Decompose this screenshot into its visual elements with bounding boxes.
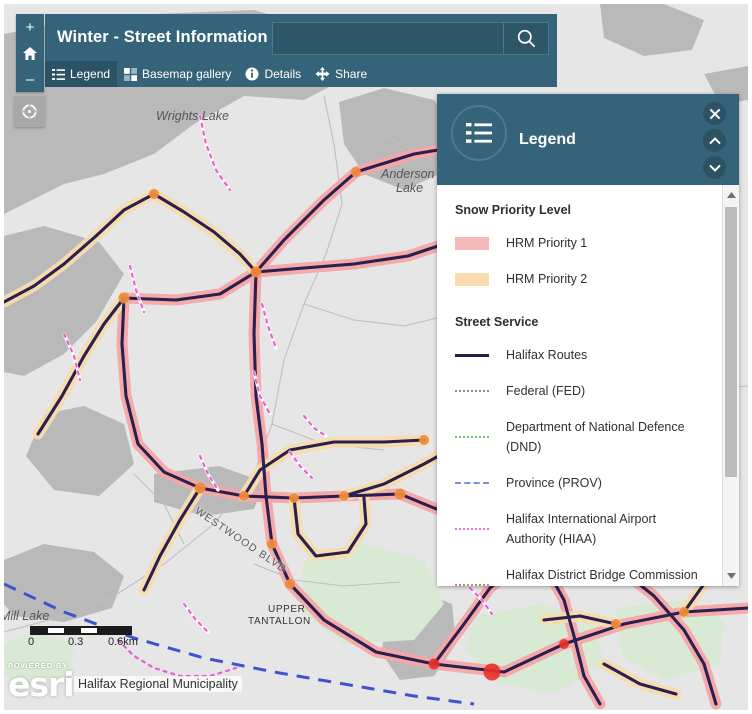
legend-item-label: Halifax International Airport Authority … bbox=[506, 512, 657, 546]
scale-bar-line bbox=[30, 626, 132, 635]
legend-scrollbar[interactable] bbox=[722, 185, 739, 586]
legend-item-label: Federal (FED) bbox=[506, 384, 586, 398]
zoom-out-button[interactable]: – bbox=[16, 66, 44, 92]
scrollbar-up-button[interactable] bbox=[723, 187, 739, 203]
plus-icon: + bbox=[25, 18, 35, 36]
info-icon bbox=[245, 67, 259, 81]
chevron-down-icon bbox=[708, 164, 721, 172]
chevron-up-icon bbox=[708, 136, 721, 144]
scale-tick-2: 0.6km bbox=[108, 636, 138, 648]
scrollbar-thumb[interactable] bbox=[725, 207, 737, 477]
legend-item-label: Halifax District Bridge Commission (HDBC… bbox=[506, 568, 698, 582]
map-attribution: Halifax Regional Municipality bbox=[74, 676, 242, 692]
legend-item[interactable]: Federal (FED) bbox=[455, 381, 722, 401]
app-toolbar: Legend Basemap gallery Details Share bbox=[45, 61, 557, 87]
legend-swatch-priority-1 bbox=[455, 236, 495, 251]
toolbar-label-details: Details bbox=[264, 67, 302, 81]
toolbar-item-basemap-gallery[interactable]: Basemap gallery bbox=[117, 61, 238, 87]
toolbar-label-basemap-gallery: Basemap gallery bbox=[142, 67, 232, 81]
toolbar-item-details[interactable]: Details bbox=[238, 61, 308, 87]
legend-item[interactable]: Department of National Defence (DND) bbox=[455, 417, 722, 457]
scale-bar-labels: 0 0.3 0.6km bbox=[28, 636, 138, 650]
legend-panel-header: Legend bbox=[437, 94, 739, 185]
toolbar-item-legend[interactable]: Legend bbox=[45, 61, 118, 87]
list-icon bbox=[52, 68, 65, 80]
scale-tick-1: 0.3 bbox=[68, 636, 84, 648]
close-icon bbox=[709, 108, 720, 119]
search-box[interactable] bbox=[272, 22, 549, 55]
search-input[interactable] bbox=[273, 24, 503, 53]
legend-symbol-hiaa bbox=[455, 522, 495, 537]
scale-tick-0: 0 bbox=[28, 636, 35, 648]
minus-icon: – bbox=[25, 70, 35, 88]
legend-item[interactable]: HRM Priority 2 bbox=[455, 269, 722, 289]
scale-bar: 0 0.3 0.6km bbox=[28, 626, 138, 650]
zoom-in-button[interactable]: + bbox=[16, 14, 44, 40]
legend-symbol-dnd bbox=[455, 430, 495, 445]
legend-close-button[interactable] bbox=[703, 102, 726, 125]
legend-symbol-hdbc bbox=[455, 578, 495, 586]
locate-icon bbox=[21, 103, 38, 120]
legend-symbol-province bbox=[455, 476, 495, 491]
list-icon bbox=[466, 123, 492, 143]
home-icon bbox=[23, 46, 37, 60]
esri-wordmark: esri bbox=[8, 665, 75, 704]
legend-symbol-halifax-routes bbox=[455, 348, 495, 363]
map-application: .water{fill:#b9b9b9} .green{fill:#d9ead4… bbox=[0, 0, 752, 714]
legend-item[interactable]: Halifax Routes bbox=[455, 345, 722, 365]
legend-panel-body[interactable]: Snow Priority Level HRM Priority 1 HRM P… bbox=[437, 185, 739, 586]
legend-list: Snow Priority Level HRM Priority 1 HRM P… bbox=[437, 185, 722, 586]
legend-item-label: HRM Priority 2 bbox=[506, 272, 588, 286]
legend-collapse-button[interactable] bbox=[703, 129, 726, 152]
app-header: Winter - Street Information bbox=[45, 14, 557, 61]
toolbar-label-legend: Legend bbox=[70, 67, 111, 81]
legend-section-heading: Street Service bbox=[455, 315, 539, 329]
legend-item-label: Halifax Routes bbox=[506, 348, 588, 362]
toolbar-label-share: Share bbox=[335, 67, 368, 81]
legend-item-label: Department of National Defence (DND) bbox=[506, 420, 685, 454]
toolbar-item-share[interactable]: Share bbox=[308, 61, 374, 87]
legend-item[interactable]: Province (PROV) bbox=[455, 473, 722, 493]
grid-icon bbox=[124, 67, 138, 81]
locate-button[interactable] bbox=[14, 96, 45, 127]
legend-item-label: Province (PROV) bbox=[506, 476, 602, 490]
legend-section-heading: Snow Priority Level bbox=[455, 203, 572, 217]
legend-symbol-federal bbox=[455, 384, 495, 399]
search-button[interactable] bbox=[503, 23, 548, 54]
legend-panel-icon bbox=[451, 105, 507, 161]
esri-logo[interactable]: POWERED BY esri bbox=[8, 661, 75, 704]
scroll-up-icon bbox=[726, 192, 736, 198]
legend-item-label: HRM Priority 1 bbox=[506, 236, 588, 250]
legend-item[interactable]: Halifax District Bridge Commission (HDBC… bbox=[455, 565, 722, 586]
map-navigation-controls: + – bbox=[16, 14, 44, 92]
legend-panel-title: Legend bbox=[519, 131, 576, 148]
legend-panel: Legend Snow Priority Level HRM Priority … bbox=[437, 94, 739, 586]
share-icon bbox=[315, 67, 330, 81]
legend-swatch-priority-2 bbox=[455, 272, 495, 287]
legend-item[interactable]: HRM Priority 1 bbox=[455, 233, 722, 253]
legend-item[interactable]: Halifax International Airport Authority … bbox=[455, 509, 722, 549]
page-title: Winter - Street Information bbox=[57, 28, 268, 46]
search-icon bbox=[517, 29, 535, 48]
scrollbar-down-button[interactable] bbox=[723, 568, 739, 584]
legend-expand-button[interactable] bbox=[703, 156, 726, 179]
scroll-down-icon bbox=[726, 573, 736, 579]
home-button[interactable] bbox=[16, 40, 44, 66]
